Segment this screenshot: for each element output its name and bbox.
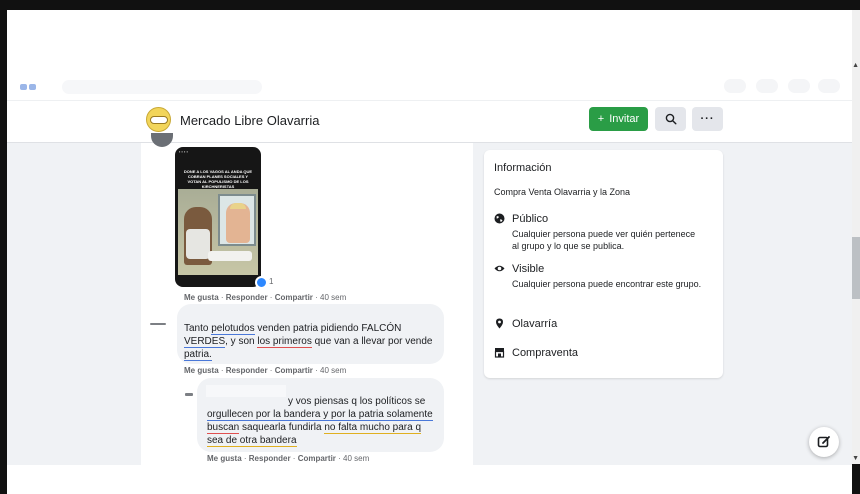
plus-icon: + [597, 113, 605, 125]
visibility-description: Cualquier persona puede encontrar este g… [512, 279, 702, 289]
timestamp[interactable]: 40 sem [343, 454, 369, 463]
invite-button[interactable]: + Invitar [589, 107, 648, 131]
reply-link[interactable]: Responder [226, 293, 268, 302]
reaction-count[interactable]: 1 [269, 277, 273, 286]
globe-icon [494, 213, 505, 224]
info-title: Información [494, 162, 552, 174]
group-description: Compra Venta Olavarria y la Zona [494, 187, 631, 197]
more-options-button[interactable]: ··· [692, 107, 723, 131]
timestamp[interactable]: 40 sem [320, 293, 346, 302]
faded-nav-icon[interactable] [788, 79, 810, 93]
compose-icon [817, 436, 830, 448]
new-message-button[interactable] [809, 427, 839, 457]
comment-text-line: patria. [184, 349, 212, 361]
comment-actions: Me gusta · Responder · Compartir · 40 se… [207, 454, 370, 463]
reply-link[interactable]: Responder [226, 366, 268, 375]
store-icon [494, 347, 505, 358]
window-frame-corner [852, 464, 860, 494]
category-label[interactable]: Compraventa [512, 347, 578, 359]
reply-connector [185, 393, 193, 396]
search-button[interactable] [655, 107, 686, 131]
group-name[interactable]: Mercado Libre Olavarria [180, 113, 319, 128]
share-link[interactable]: Compartir [298, 454, 336, 463]
location-pin-icon [494, 318, 505, 329]
timestamp[interactable]: 40 sem [320, 366, 346, 375]
visibility-heading: Visible [512, 263, 545, 275]
phone-status-bar: ▪ ▪ ▪ ▪ [179, 149, 189, 154]
like-link[interactable]: Me gusta [184, 366, 219, 375]
window-frame-left [0, 0, 7, 494]
like-link[interactable]: Me gusta [207, 454, 242, 463]
share-link[interactable]: Compartir [275, 366, 313, 375]
comment-actions: Me gusta · Responder · Compartir · 40 se… [184, 366, 347, 375]
back-icon[interactable] [20, 81, 50, 93]
scroll-down-icon[interactable]: ▼ [852, 455, 859, 462]
scrollbar-thumb[interactable] [852, 237, 860, 299]
like-link[interactable]: Me gusta [184, 293, 219, 302]
search-icon [665, 113, 677, 125]
faded-search-field[interactable] [62, 80, 262, 94]
location-label[interactable]: Olavarría [512, 318, 557, 330]
share-link[interactable]: Compartir [275, 293, 313, 302]
group-avatar[interactable] [146, 107, 171, 132]
window-frame-top [0, 0, 860, 10]
meme-illustration [178, 189, 258, 275]
reply-connector [150, 323, 166, 325]
faded-nav-icon[interactable] [818, 79, 840, 93]
eye-icon [494, 263, 505, 274]
like-reaction-icon[interactable] [255, 276, 268, 289]
privacy-heading: Público [512, 213, 549, 225]
redacted-author-name [206, 385, 286, 397]
comment-text-line: VERDES, y son los primeros que van a lle… [184, 336, 433, 348]
group-header-bar [7, 100, 852, 143]
post-image[interactable]: ▪ ▪ ▪ ▪ DONE A LOS VAGOS AL ANDA QUE COB… [175, 147, 261, 287]
comment-text-line: sea de otra bandera [207, 435, 297, 447]
image-caption: DONE A LOS VAGOS AL ANDA QUE COBRAN PLAN… [183, 169, 253, 189]
privacy-description: Cualquier persona puede ver quién perten… [512, 229, 696, 251]
faded-nav-icon[interactable] [724, 79, 746, 93]
reply-link[interactable]: Responder [249, 454, 291, 463]
invite-label: Invitar [609, 113, 640, 125]
post-actions: Me gusta · Responder · Compartir · 40 se… [184, 293, 347, 302]
scroll-up-icon[interactable]: ▲ [852, 62, 859, 69]
faded-nav-icon[interactable] [756, 79, 778, 93]
